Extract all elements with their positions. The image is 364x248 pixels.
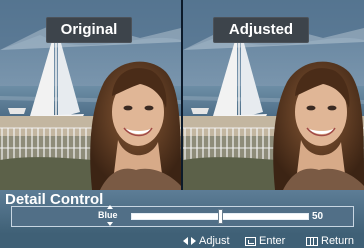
original-label: Original — [46, 17, 132, 43]
help-adjust: Adjust — [183, 234, 230, 248]
setting-name: Blue — [98, 210, 118, 220]
help-bar: Adjust Enter Return — [0, 234, 364, 248]
help-enter: Enter — [245, 234, 285, 248]
original-preview-panel: Original — [0, 0, 181, 190]
setting-value: 50 — [312, 211, 324, 222]
adjusted-preview-panel: Adjusted — [183, 0, 364, 190]
arrow-up-icon[interactable] — [107, 205, 113, 209]
blue-setting-row[interactable]: Blue 50 — [11, 205, 354, 227]
help-enter-label: Enter — [259, 235, 286, 247]
arrow-down-icon[interactable] — [107, 222, 113, 226]
return-menu-icon — [306, 236, 318, 246]
left-right-arrows-icon — [183, 236, 196, 246]
blue-slider-fill — [132, 214, 220, 219]
help-adjust-label: Adjust — [199, 235, 230, 247]
help-return-label: Return — [321, 235, 355, 247]
blue-slider-thumb[interactable] — [218, 209, 223, 224]
help-return: Return — [306, 234, 354, 248]
detail-control-panel: Detail Control Blue 50 — [0, 190, 364, 234]
tv-osd-screen: Original Adjusted Detail Control Blue 50… — [0, 0, 364, 248]
enter-icon — [245, 236, 256, 246]
adjusted-label: Adjusted — [213, 17, 309, 43]
